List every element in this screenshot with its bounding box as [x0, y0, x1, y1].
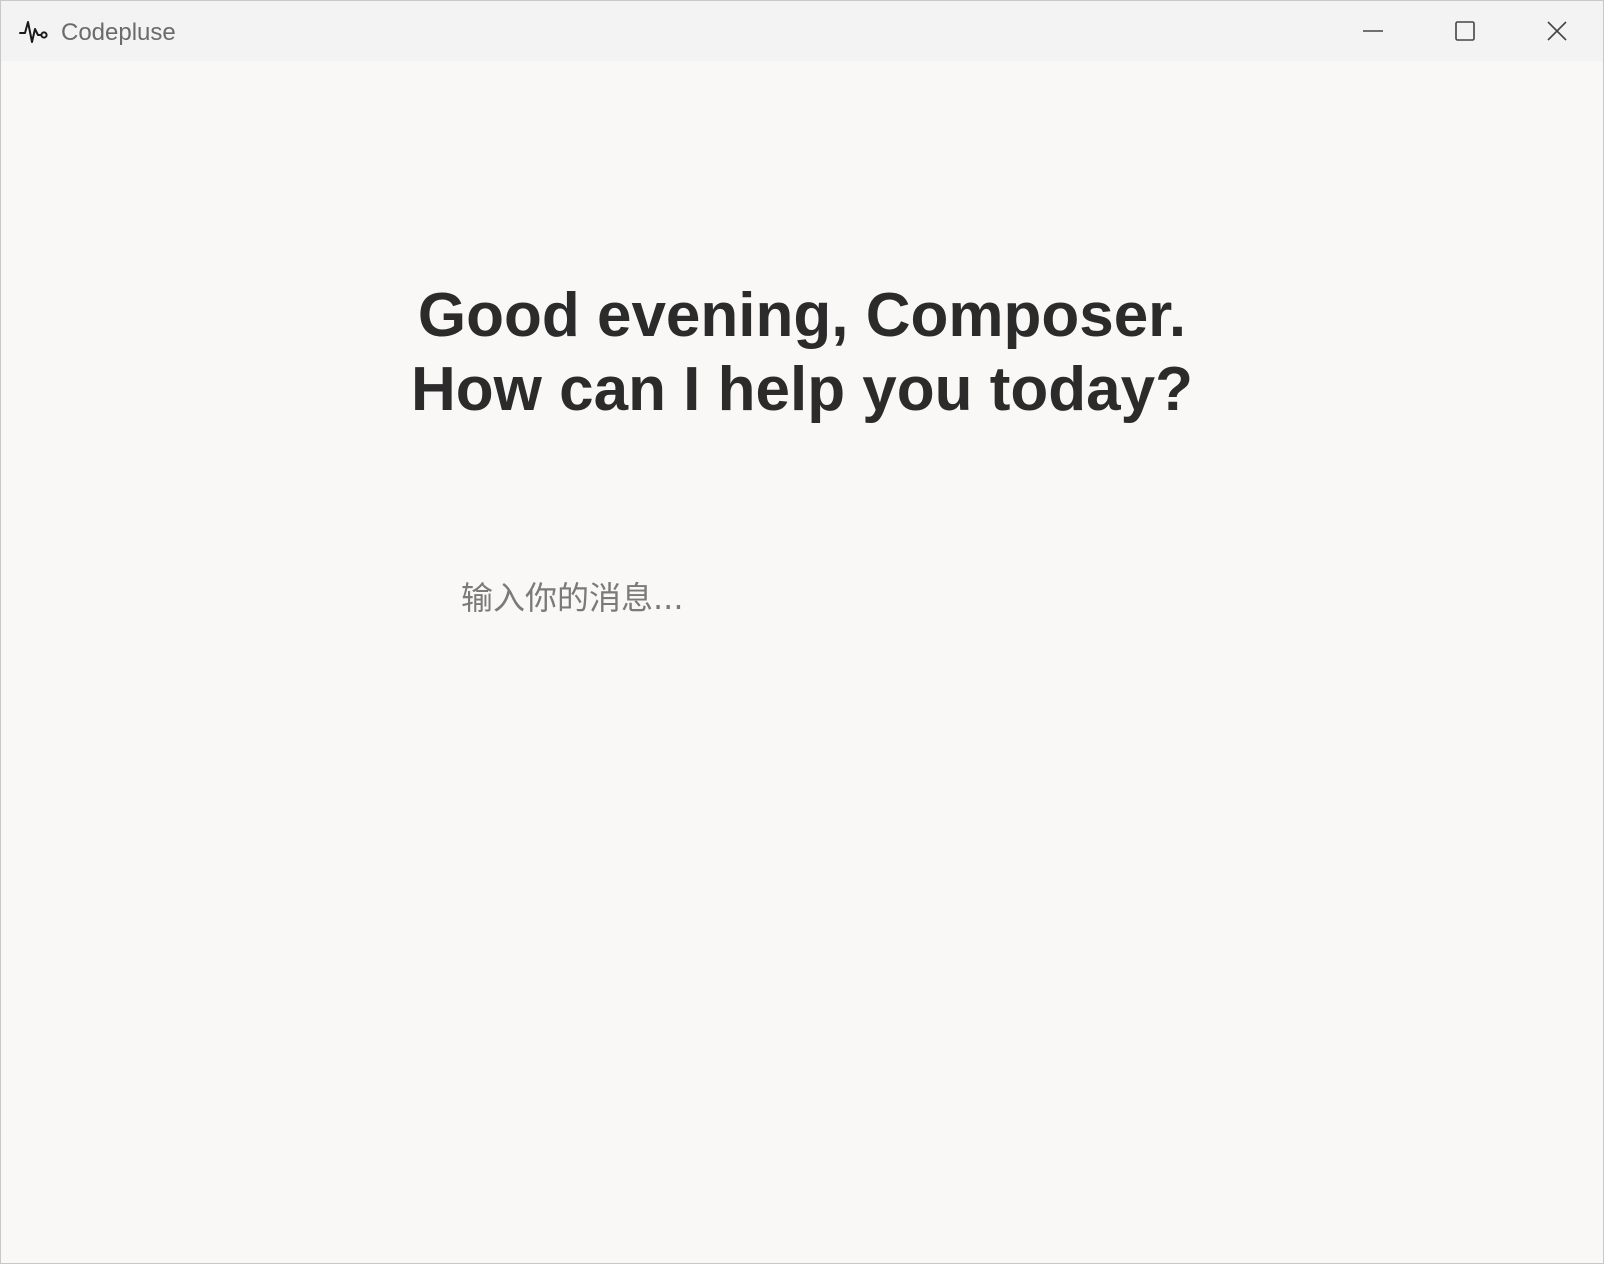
close-icon — [1546, 20, 1568, 42]
minimize-icon — [1362, 20, 1384, 42]
window-title: Codepluse — [61, 19, 176, 46]
maximize-icon — [1454, 20, 1476, 42]
greeting-question: How can I help you today? — [411, 355, 1193, 424]
pulse-icon — [19, 19, 49, 45]
title-bar[interactable]: Codepluse — [1, 1, 1603, 61]
greeting-heading: Good evening, Composer. — [417, 281, 1187, 350]
app-window: Codepluse Good evening, Composer. How ca… — [0, 0, 1604, 1264]
maximize-button[interactable] — [1419, 1, 1511, 61]
close-button[interactable] — [1511, 1, 1603, 61]
message-input[interactable] — [441, 571, 1161, 625]
minimize-button[interactable] — [1327, 1, 1419, 61]
